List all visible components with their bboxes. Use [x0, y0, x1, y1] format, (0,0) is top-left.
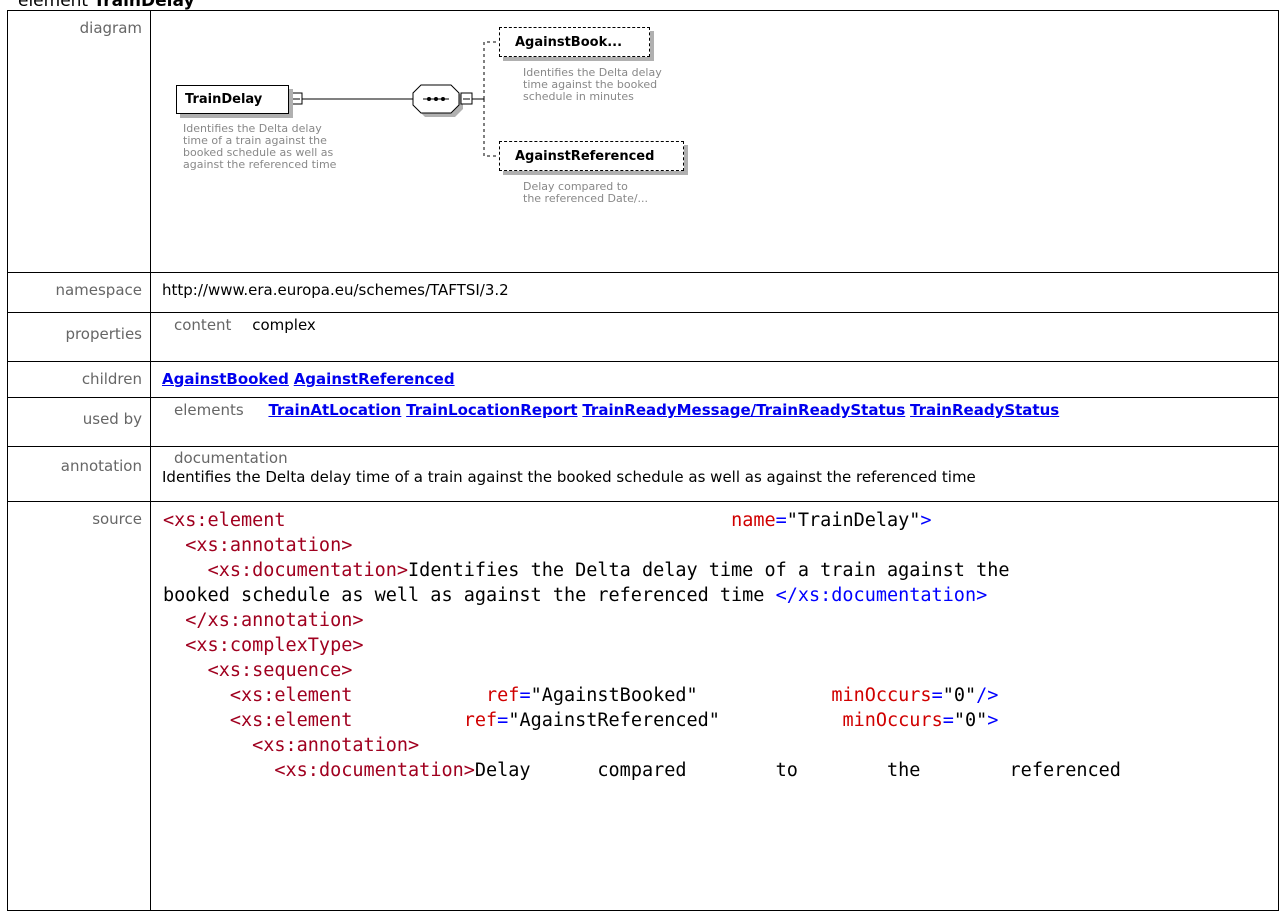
properties-key: content — [174, 316, 232, 334]
annotation-row: annotation documentation Identifies the … — [7, 446, 1279, 502]
usedby-row: used by elements TrainAtLocation TrainLo… — [7, 397, 1279, 447]
src-tag: <xs:complexType> — [185, 635, 364, 656]
diagram-canvas: TrainDelay Identifies the Delta delay ti… — [151, 11, 1278, 264]
root-description: Identifies the Delta delay time of a tra… — [183, 122, 337, 171]
src-tag: <xs:annotation> — [185, 535, 353, 556]
src-value: "AgainstReferenced" — [508, 710, 720, 731]
diagram-cell: TrainDelay Identifies the Delta delay ti… — [150, 10, 1279, 273]
src-tag: </xs:documentation> — [775, 585, 988, 606]
usedby-value: elements TrainAtLocation TrainLocationRe… — [150, 397, 1279, 447]
src-tag: <xs:documentation> — [207, 560, 409, 581]
children-value: AgainstBooked AgainstReferenced — [150, 361, 1279, 398]
src-value: "0" — [953, 710, 988, 731]
annotation-label: annotation — [7, 446, 151, 502]
src-text: Identifies the Delta delay time of a tra… — [408, 560, 1010, 581]
sequence-dot — [427, 97, 431, 101]
usedby-key: elements — [174, 401, 244, 419]
source-row: source <xs:element name="TrainDelay"> <x… — [7, 501, 1279, 911]
source-label: source — [7, 501, 151, 911]
usedby-link-trainlocationreport[interactable]: TrainLocationReport — [406, 401, 577, 419]
src-tag: </xs:annotation> — [185, 610, 364, 631]
properties-content-value: complex — [252, 316, 316, 334]
element-doc-table: diagram TrainDelay Identifies the Delta … — [7, 10, 1279, 911]
src-attr: ref — [486, 685, 520, 706]
source-code: <xs:element name="TrainDelay"> <xs:annot… — [150, 501, 1279, 911]
src-attr: minOccurs — [842, 710, 943, 731]
src-value: "0" — [942, 685, 977, 706]
sequence-dot — [434, 97, 438, 101]
src-text: compared — [597, 760, 687, 781]
usedby-link-trainreadystatus[interactable]: TrainReadyStatus — [910, 401, 1059, 419]
annotation-value: documentation Identifies the Delta delay… — [150, 446, 1279, 502]
child1-description: Identifies the Delta delay time against … — [523, 66, 662, 103]
src-tag: <xs:documentation> — [274, 760, 475, 781]
properties-row: properties content complex — [7, 312, 1279, 362]
src-value: "TrainDelay" — [786, 510, 921, 531]
diagram-label: diagram — [7, 10, 151, 273]
src-value: "AgainstBooked" — [530, 685, 698, 706]
branch-to-child2 — [483, 99, 499, 157]
child2-description: Delay compared to the referenced Date/..… — [523, 180, 649, 205]
src-tag: <xs:element — [163, 510, 286, 531]
child-link-againstreferenced[interactable]: AgainstReferenced — [294, 370, 455, 388]
children-row: children AgainstBooked AgainstReferenced — [7, 361, 1279, 398]
diagram-row: diagram TrainDelay Identifies the Delta … — [7, 10, 1279, 273]
src-attr: ref — [463, 710, 498, 731]
root-element-node[interactable]: TrainDelay — [176, 85, 289, 114]
src-tag: <xs:sequence> — [207, 660, 353, 681]
namespace-value: http://www.era.europa.eu/schemes/TAFTSI/… — [150, 272, 1279, 313]
annotation-text: Identifies the Delta delay time of a tra… — [162, 468, 976, 486]
properties-value: content complex — [150, 312, 1279, 362]
annotation-key: documentation — [174, 449, 288, 467]
src-attr: minOccurs — [831, 685, 932, 706]
src-text: Delay — [474, 760, 531, 781]
child-node-againstbooked[interactable]: AgainstBook... — [499, 27, 650, 57]
children-label: children — [7, 361, 151, 398]
child-link-againstbooked[interactable]: AgainstBooked — [162, 370, 289, 388]
branch-to-child1 — [483, 41, 499, 99]
src-attr: name — [731, 510, 776, 531]
namespace-row: namespace http://www.era.europa.eu/schem… — [7, 272, 1279, 313]
src-text: to — [775, 760, 798, 781]
usedby-label: used by — [7, 397, 151, 447]
src-text: referenced — [1009, 760, 1121, 781]
src-tag: <xs:annotation> — [252, 735, 420, 756]
src-tag: <xs:element — [229, 685, 353, 706]
src-text: booked schedule as well as against the r… — [163, 585, 776, 606]
src-tag: <xs:element — [229, 710, 353, 731]
sequence-dot — [441, 97, 445, 101]
namespace-label: namespace — [7, 272, 151, 313]
usedby-link-trainatlocation[interactable]: TrainAtLocation — [268, 401, 401, 419]
src-text: the — [887, 760, 921, 781]
usedby-link-trainreadymessage-status[interactable]: TrainReadyMessage/TrainReadyStatus — [582, 401, 905, 419]
child-node-againstreferenced[interactable]: AgainstReferenced — [499, 141, 684, 171]
properties-label: properties — [7, 312, 151, 362]
